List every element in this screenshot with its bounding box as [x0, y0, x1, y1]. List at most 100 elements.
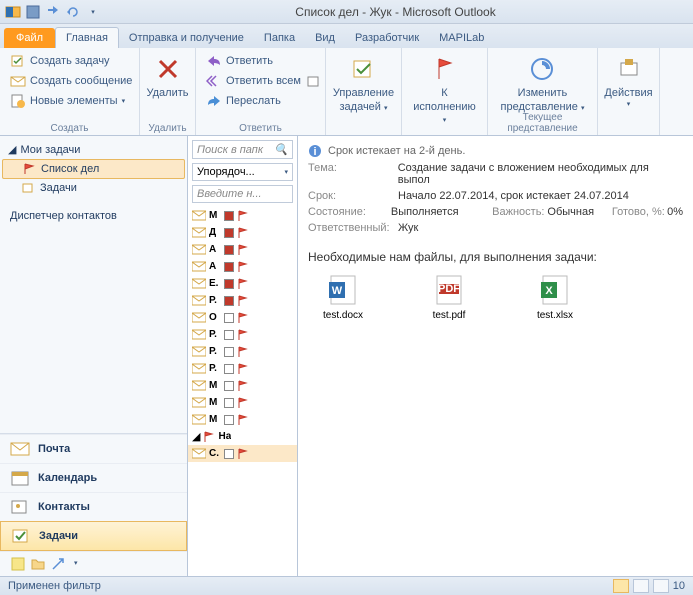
new-task-button[interactable]: Создать задачу	[6, 51, 133, 71]
mail-icon	[192, 278, 206, 289]
meeting-icon[interactable]	[305, 73, 321, 89]
new-task-input[interactable]: Введите н...	[192, 185, 293, 203]
configure-icon[interactable]: ▾	[70, 556, 86, 572]
task-row[interactable]: С.	[188, 445, 297, 462]
info-banner: iСрок истекает на 2-й день.	[308, 142, 683, 160]
category-chip[interactable]	[224, 381, 234, 391]
actions-button[interactable]: Действия ▾	[598, 51, 658, 111]
new-message-button[interactable]: Создать сообщение	[6, 71, 133, 91]
save-icon[interactable]	[24, 3, 42, 21]
nav-item-todo-list[interactable]: Список дел	[2, 159, 185, 179]
calendar-icon	[10, 470, 30, 486]
flag-icon[interactable]	[237, 397, 249, 409]
tab-mapilab[interactable]: MAPILab	[429, 28, 494, 48]
task-row[interactable]: А	[188, 241, 297, 258]
task-row[interactable]: Р.	[188, 360, 297, 377]
category-chip[interactable]	[224, 245, 234, 255]
nav-item-tasks[interactable]: Задачи	[2, 179, 185, 197]
flag-icon	[429, 53, 461, 85]
task-row[interactable]: Е.	[188, 275, 297, 292]
attachment-excel[interactable]: Xtest.xlsx	[520, 274, 590, 321]
nav-mod-mail[interactable]: Почта	[0, 434, 187, 463]
flag-icon[interactable]	[237, 448, 249, 460]
manage-task-button[interactable]: Управление задачей ▾	[327, 51, 400, 115]
new-items-button[interactable]: Новые элементы ▾	[6, 91, 133, 111]
task-subject: Р.	[209, 363, 221, 374]
tab-view[interactable]: Вид	[305, 28, 345, 48]
task-row[interactable]: Р.	[188, 343, 297, 360]
flag-icon[interactable]	[237, 346, 249, 358]
category-chip[interactable]	[224, 398, 234, 408]
flag-icon[interactable]	[237, 227, 249, 239]
task-row[interactable]: А	[188, 258, 297, 275]
task-row[interactable]: М	[188, 394, 297, 411]
tab-developer[interactable]: Разработчик	[345, 28, 429, 48]
category-chip[interactable]	[224, 415, 234, 425]
change-view-button[interactable]: Изменить представление ▾	[495, 51, 591, 115]
sort-button[interactable]: Упорядоч...▾	[192, 163, 293, 181]
mail-icon	[192, 329, 206, 340]
category-chip[interactable]	[224, 347, 234, 357]
tab-send-receive[interactable]: Отправка и получение	[119, 28, 254, 48]
task-row[interactable]: М	[188, 207, 297, 224]
category-chip[interactable]	[224, 330, 234, 340]
category-chip[interactable]	[224, 279, 234, 289]
nav-mod-calendar[interactable]: Календарь	[0, 463, 187, 492]
notes-icon[interactable]	[10, 556, 26, 572]
view-reading-button[interactable]	[633, 579, 649, 593]
nav-header-my-tasks[interactable]: ◢Мои задачи	[2, 140, 185, 159]
flag-icon[interactable]	[237, 278, 249, 290]
attachment-word[interactable]: Wtest.docx	[308, 274, 378, 321]
undo-icon[interactable]	[64, 3, 82, 21]
category-chip[interactable]	[224, 449, 234, 459]
flag-icon[interactable]	[237, 312, 249, 324]
send-receive-icon[interactable]	[44, 3, 62, 21]
flag-icon[interactable]	[237, 261, 249, 273]
task-row[interactable]: Р.	[188, 326, 297, 343]
task-row[interactable]: Р.	[188, 292, 297, 309]
tab-folder[interactable]: Папка	[254, 28, 305, 48]
task-group-header[interactable]: ◢На	[188, 428, 297, 445]
category-chip[interactable]	[224, 364, 234, 374]
flag-icon[interactable]	[237, 210, 249, 222]
category-chip[interactable]	[224, 228, 234, 238]
qat-customize-icon[interactable]: ▾	[84, 3, 102, 21]
tab-file[interactable]: Файл	[4, 28, 55, 48]
task-row[interactable]: Д	[188, 224, 297, 241]
nav-item-contact-manager[interactable]: Диспетчер контактов	[2, 207, 185, 225]
flag-icon[interactable]	[237, 363, 249, 375]
forward-button[interactable]: Переслать	[202, 91, 319, 111]
reply-all-button[interactable]: Ответить всем	[202, 71, 319, 91]
category-chip[interactable]	[224, 296, 234, 306]
excel-file-icon: X	[539, 274, 571, 306]
task-row[interactable]: М	[188, 377, 297, 394]
task-row[interactable]: О	[188, 309, 297, 326]
folder-icon[interactable]	[30, 556, 46, 572]
delete-icon	[152, 53, 184, 85]
nav-mod-contacts[interactable]: Контакты	[0, 492, 187, 521]
category-chip[interactable]	[224, 262, 234, 272]
followup-button[interactable]: К исполнению ▾	[407, 51, 482, 127]
flag-icon[interactable]	[237, 380, 249, 392]
search-input[interactable]: Поиск в папк🔍	[192, 140, 293, 159]
task-row[interactable]: М	[188, 411, 297, 428]
category-chip[interactable]	[224, 211, 234, 221]
collapse-icon: ◢	[192, 430, 200, 443]
nav-mod-tasks[interactable]: Задачи	[0, 521, 187, 551]
shortcuts-icon[interactable]	[50, 556, 66, 572]
delete-button[interactable]: Удалить	[141, 51, 195, 101]
reply-button[interactable]: Ответить	[202, 51, 319, 71]
status-text: Применен фильтр	[8, 580, 101, 592]
tab-home[interactable]: Главная	[55, 27, 119, 48]
flag-icon[interactable]	[237, 244, 249, 256]
flag-icon[interactable]	[237, 295, 249, 307]
mail-icon	[192, 295, 206, 306]
view-normal-button[interactable]	[613, 579, 629, 593]
reply-icon	[206, 53, 222, 69]
attachment-pdf[interactable]: PDFtest.pdf	[414, 274, 484, 321]
flag-icon[interactable]	[237, 329, 249, 341]
flag-icon[interactable]	[237, 414, 249, 426]
view-list-button[interactable]	[653, 579, 669, 593]
field-owner: Ответственный:Жук	[308, 220, 683, 236]
category-chip[interactable]	[224, 313, 234, 323]
